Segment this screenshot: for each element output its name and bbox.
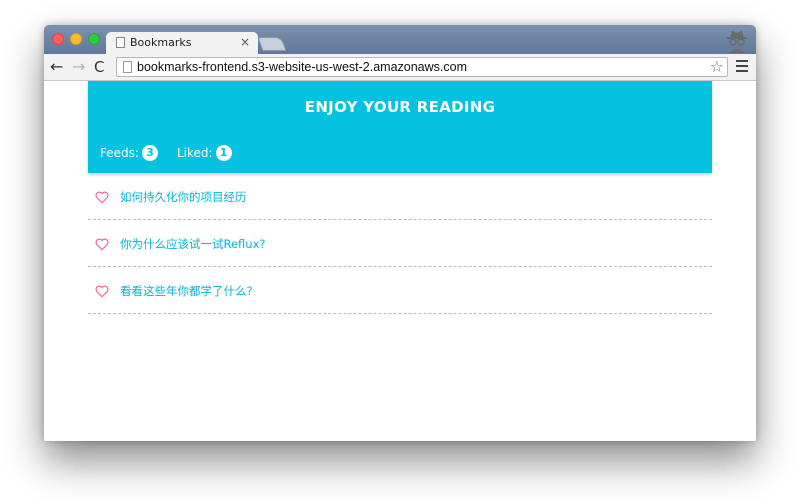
title-bar: Bookmarks ×: [44, 25, 756, 54]
feeds-label: Feeds:: [100, 146, 139, 160]
list-item: 如何持久化你的项目经历: [88, 173, 712, 220]
list-item: 你为什么应该试一试Reflux?: [88, 220, 712, 267]
liked-stat: Liked: 1: [177, 145, 232, 161]
address-bar[interactable]: bookmarks-frontend.s3-website-us-west-2.…: [116, 57, 728, 77]
page-icon: [123, 61, 132, 73]
list-item: 看看这些年你都学了什么?: [88, 267, 712, 314]
tab-title: Bookmarks: [130, 36, 192, 49]
forward-icon[interactable]: →: [72, 57, 85, 77]
heart-icon[interactable]: [95, 238, 109, 251]
reload-icon[interactable]: C: [94, 57, 104, 77]
page-icon: [116, 37, 125, 48]
header-banner: ENJOY YOUR READING Feeds: 3 Liked: 1: [88, 81, 712, 173]
heart-icon[interactable]: [95, 191, 109, 204]
feed-list: 如何持久化你的项目经历 你为什么应该试一试Reflux? 看看这些年你都学了什么…: [88, 173, 712, 314]
maximize-window-button[interactable]: [88, 33, 100, 45]
minimize-window-button[interactable]: [70, 33, 82, 45]
heart-icon[interactable]: [95, 285, 109, 298]
close-window-button[interactable]: [52, 33, 64, 45]
page-title: ENJOY YOUR READING: [304, 98, 496, 116]
liked-count-badge: 1: [215, 145, 232, 161]
page-content: ENJOY YOUR READING Feeds: 3 Liked: 1 如何持…: [44, 81, 756, 441]
browser-toolbar: ← → C bookmarks-frontend.s3-website-us-w…: [44, 54, 756, 81]
browser-menu-icon[interactable]: [736, 60, 748, 75]
bookmark-star-icon[interactable]: ☆: [710, 57, 724, 76]
browser-tab[interactable]: Bookmarks ×: [106, 32, 258, 54]
tab-close-icon[interactable]: ×: [240, 35, 250, 49]
feed-title-link[interactable]: 看看这些年你都学了什么?: [120, 283, 253, 299]
new-tab-button[interactable]: [257, 37, 287, 51]
incognito-icon: [727, 31, 747, 53]
url-text[interactable]: bookmarks-frontend.s3-website-us-west-2.…: [137, 60, 467, 74]
feeds-stat: Feeds: 3: [100, 145, 158, 161]
feed-title-link[interactable]: 你为什么应该试一试Reflux?: [120, 236, 266, 252]
feeds-count-badge: 3: [141, 145, 158, 161]
liked-label: Liked:: [177, 146, 213, 160]
browser-window: Bookmarks × ← → C bookmarks-frontend.s3-…: [44, 25, 756, 441]
feed-title-link[interactable]: 如何持久化你的项目经历: [120, 189, 247, 205]
back-icon[interactable]: ←: [50, 57, 63, 77]
